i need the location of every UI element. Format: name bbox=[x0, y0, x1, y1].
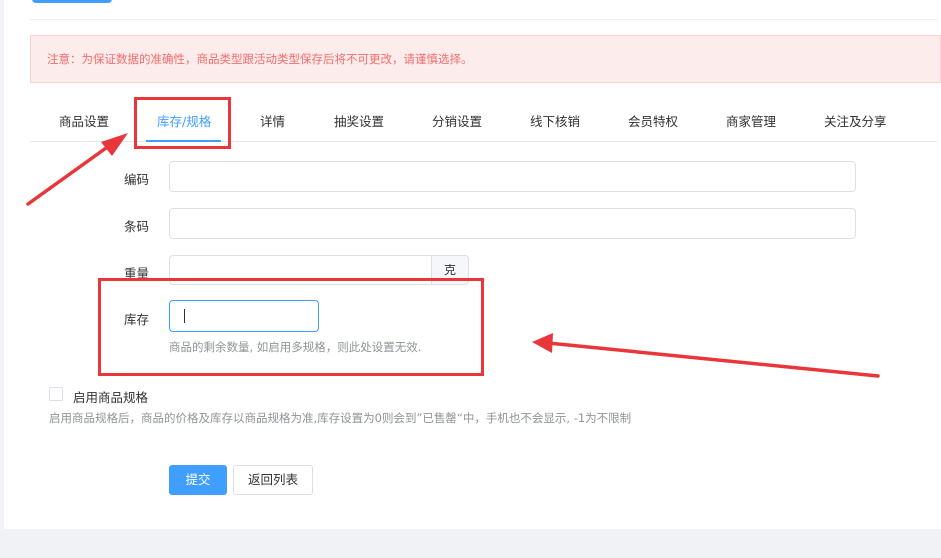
top-button[interactable] bbox=[32, 0, 112, 3]
tab-lottery-settings[interactable]: 抽奖设置 bbox=[334, 100, 384, 142]
tab-merchant-management[interactable]: 商家管理 bbox=[726, 100, 776, 142]
annotation-box-stock bbox=[98, 278, 484, 376]
back-to-list-button[interactable]: 返回列表 bbox=[233, 465, 313, 495]
tab-details[interactable]: 详情 bbox=[260, 100, 285, 142]
notice-banner: 注意：为保证数据的准确性，商品类型跟活动类型保存后将不可更改，请谨慎选择。 bbox=[30, 35, 941, 83]
tab-follow-share[interactable]: 关注及分享 bbox=[824, 100, 887, 142]
spec-hint: 启用商品规格后，商品的价格及库存以商品规格为准,库存设置为0则会到”已售罄“中，… bbox=[49, 411, 632, 425]
annotation-box-tab bbox=[134, 97, 231, 149]
tab-member-privilege[interactable]: 会员特权 bbox=[628, 100, 678, 142]
enable-spec-checkbox[interactable] bbox=[49, 387, 63, 401]
submit-button[interactable]: 提交 bbox=[169, 465, 227, 495]
tab-distribution-settings[interactable]: 分销设置 bbox=[432, 100, 482, 142]
barcode-label: 条码 bbox=[124, 219, 150, 234]
tab-goods-settings[interactable]: 商品设置 bbox=[59, 100, 109, 142]
divider bbox=[30, 19, 937, 20]
code-input[interactable] bbox=[169, 161, 856, 192]
enable-spec-label[interactable]: 启用商品规格 bbox=[73, 387, 148, 406]
barcode-input[interactable] bbox=[169, 208, 856, 239]
code-label: 编码 bbox=[124, 172, 150, 187]
tab-offline-verify[interactable]: 线下核销 bbox=[530, 100, 580, 142]
notice-text: 注意：为保证数据的准确性，商品类型跟活动类型保存后将不可更改，请谨慎选择。 bbox=[47, 52, 473, 66]
